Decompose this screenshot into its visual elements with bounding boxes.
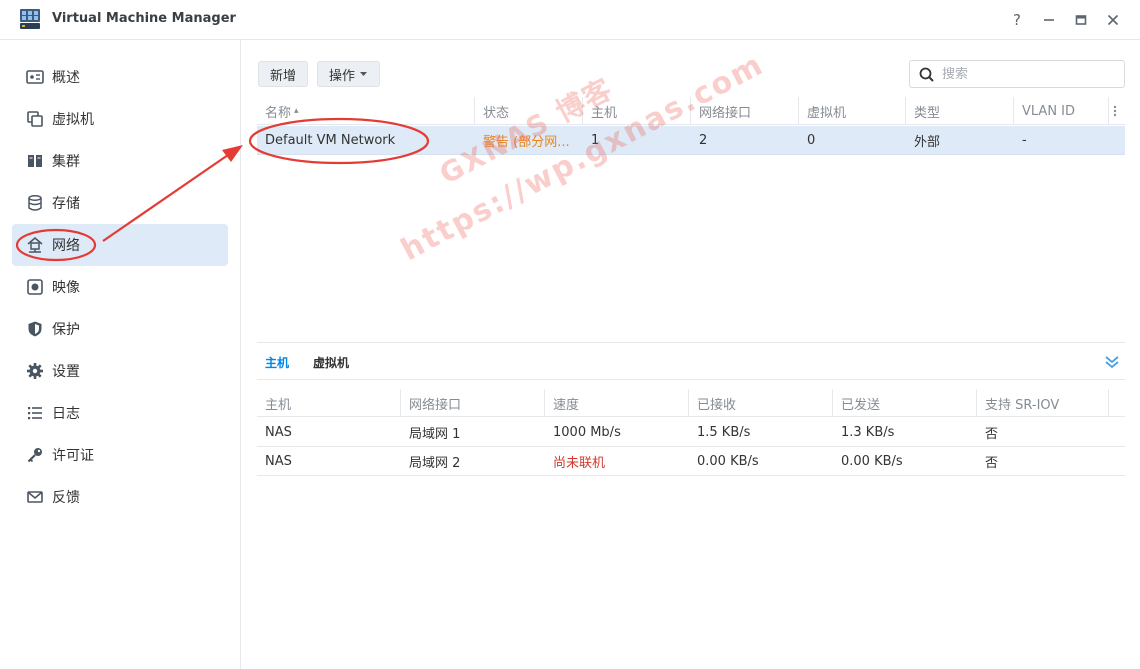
actions-dropdown-button[interactable]: 操作 bbox=[317, 61, 381, 87]
sidebar-item-log[interactable]: 日志 bbox=[12, 392, 228, 434]
sidebar-item-label: 虚拟机 bbox=[52, 112, 94, 128]
sidebar-item-label: 保护 bbox=[52, 322, 80, 338]
main-panel: 新增 操作 名称 ▴ 状态 主机 网络接口 虚拟机 类型 VLAN ID Def… bbox=[241, 40, 1140, 669]
table-row[interactable]: Default VM Network 警告 (部分网... 1 2 0 外部 - bbox=[257, 126, 1125, 155]
help-button[interactable]: ? bbox=[1006, 9, 1028, 31]
vlan-id: - bbox=[1022, 133, 1027, 148]
column-header-vlan[interactable]: VLAN ID bbox=[1014, 97, 1109, 125]
sidebar-item-overview[interactable]: 概述 bbox=[12, 56, 228, 98]
envelope-icon bbox=[25, 487, 45, 507]
column-header-type[interactable]: 类型 bbox=[906, 97, 1014, 125]
sidebar-item-label: 网络 bbox=[52, 238, 80, 254]
search-input[interactable] bbox=[942, 66, 1112, 82]
sidebar-item-network[interactable]: 网络 bbox=[12, 224, 228, 266]
app-logo-icon bbox=[20, 9, 40, 29]
minimize-button[interactable] bbox=[1038, 9, 1060, 31]
key-icon bbox=[25, 445, 45, 465]
title-bar: Virtual Machine Manager ? bbox=[0, 0, 1140, 40]
maximize-button[interactable] bbox=[1070, 9, 1092, 31]
sidebar-item-virtual-machine[interactable]: 虚拟机 bbox=[12, 98, 228, 140]
received-rate: 0.00 KB/s bbox=[697, 454, 759, 469]
cluster-icon bbox=[25, 151, 45, 171]
host-table-header: 主机 网络接口 速度 已接收 已发送 支持 SR-IOV bbox=[257, 389, 1125, 417]
sidebar-item-label: 集群 bbox=[52, 154, 80, 170]
minimize-icon bbox=[1044, 19, 1054, 21]
close-button[interactable] bbox=[1102, 9, 1124, 31]
interface-name: 局域网 2 bbox=[409, 456, 461, 471]
interface-name: 局域网 1 bbox=[409, 427, 461, 442]
storage-icon bbox=[25, 193, 45, 213]
column-menu-button[interactable] bbox=[1109, 97, 1125, 125]
sidebar-item-cluster[interactable]: 集群 bbox=[12, 140, 228, 182]
sidebar-item-label: 存储 bbox=[52, 196, 80, 212]
vm-count: 0 bbox=[807, 133, 816, 148]
interface-count: 2 bbox=[699, 133, 708, 148]
maximize-icon bbox=[1075, 15, 1087, 25]
virtual-machine-icon bbox=[25, 109, 45, 129]
link-speed: 1000 Mb/s bbox=[553, 425, 621, 440]
sidebar-item-label: 设置 bbox=[52, 364, 80, 380]
column-header-received[interactable]: 已接收 bbox=[689, 389, 833, 417]
detail-tabs: 主机 虚拟机 bbox=[257, 342, 1125, 380]
actions-label: 操作 bbox=[329, 68, 356, 84]
column-header-speed[interactable]: 速度 bbox=[545, 389, 689, 417]
shield-icon bbox=[25, 319, 45, 339]
column-header-sriov[interactable]: 支持 SR-IOV bbox=[977, 389, 1109, 417]
tab-virtual-machine[interactable]: 虚拟机 bbox=[313, 343, 349, 381]
add-button[interactable]: 新增 bbox=[258, 61, 309, 87]
received-rate: 1.5 KB/s bbox=[697, 425, 751, 440]
sent-rate: 1.3 KB/s bbox=[841, 425, 895, 440]
sriov-support: 否 bbox=[985, 427, 999, 442]
table-row[interactable]: NAS 局域网 1 1000 Mb/s 1.5 KB/s 1.3 KB/s 否 bbox=[257, 418, 1125, 447]
close-icon bbox=[1107, 14, 1119, 26]
column-header-sent[interactable]: 已发送 bbox=[833, 389, 977, 417]
caret-down-icon bbox=[360, 72, 368, 76]
sidebar: 概述 虚拟机 集群 存储 网络 映像 保护 设置 日志 许可证 反馈 bbox=[0, 40, 241, 669]
sidebar-item-settings[interactable]: 设置 bbox=[12, 350, 228, 392]
link-status-offline: 尚未联机 bbox=[553, 456, 606, 471]
table-row[interactable]: NAS 局域网 2 尚未联机 0.00 KB/s 0.00 KB/s 否 bbox=[257, 447, 1125, 476]
sidebar-item-label: 日志 bbox=[52, 406, 80, 422]
host-name: NAS bbox=[265, 454, 292, 469]
sidebar-item-label: 反馈 bbox=[52, 490, 80, 506]
host-name: NAS bbox=[265, 425, 292, 440]
sidebar-item-label: 概述 bbox=[52, 70, 80, 86]
more-vertical-icon bbox=[1113, 105, 1117, 117]
log-list-icon bbox=[25, 403, 45, 423]
network-type: 外部 bbox=[914, 135, 941, 150]
sort-asc-icon: ▴ bbox=[294, 106, 299, 116]
column-header-name[interactable]: 名称 ▴ bbox=[257, 97, 475, 125]
overview-icon bbox=[25, 67, 45, 87]
sidebar-item-feedback[interactable]: 反馈 bbox=[12, 476, 228, 518]
network-icon bbox=[25, 235, 45, 255]
sriov-support: 否 bbox=[985, 456, 999, 471]
window-title: Virtual Machine Manager bbox=[52, 11, 236, 26]
sidebar-item-label: 映像 bbox=[52, 280, 80, 296]
collapse-chevron-icon[interactable] bbox=[1103, 353, 1121, 371]
sidebar-item-license[interactable]: 许可证 bbox=[12, 434, 228, 476]
sidebar-item-storage[interactable]: 存储 bbox=[12, 182, 228, 224]
search-icon bbox=[919, 67, 934, 82]
sent-rate: 0.00 KB/s bbox=[841, 454, 903, 469]
column-header-vm[interactable]: 虚拟机 bbox=[799, 97, 906, 125]
column-header-interface[interactable]: 网络接口 bbox=[401, 389, 545, 417]
sidebar-item-image[interactable]: 映像 bbox=[12, 266, 228, 308]
search-box[interactable] bbox=[909, 60, 1125, 88]
image-icon bbox=[25, 277, 45, 297]
gear-icon bbox=[25, 361, 45, 381]
column-header-host[interactable]: 主机 bbox=[257, 389, 401, 417]
sidebar-item-protection[interactable]: 保护 bbox=[12, 308, 228, 350]
sidebar-item-label: 许可证 bbox=[52, 448, 94, 464]
column-label: 名称 bbox=[265, 105, 292, 121]
tab-host[interactable]: 主机 bbox=[265, 343, 289, 381]
